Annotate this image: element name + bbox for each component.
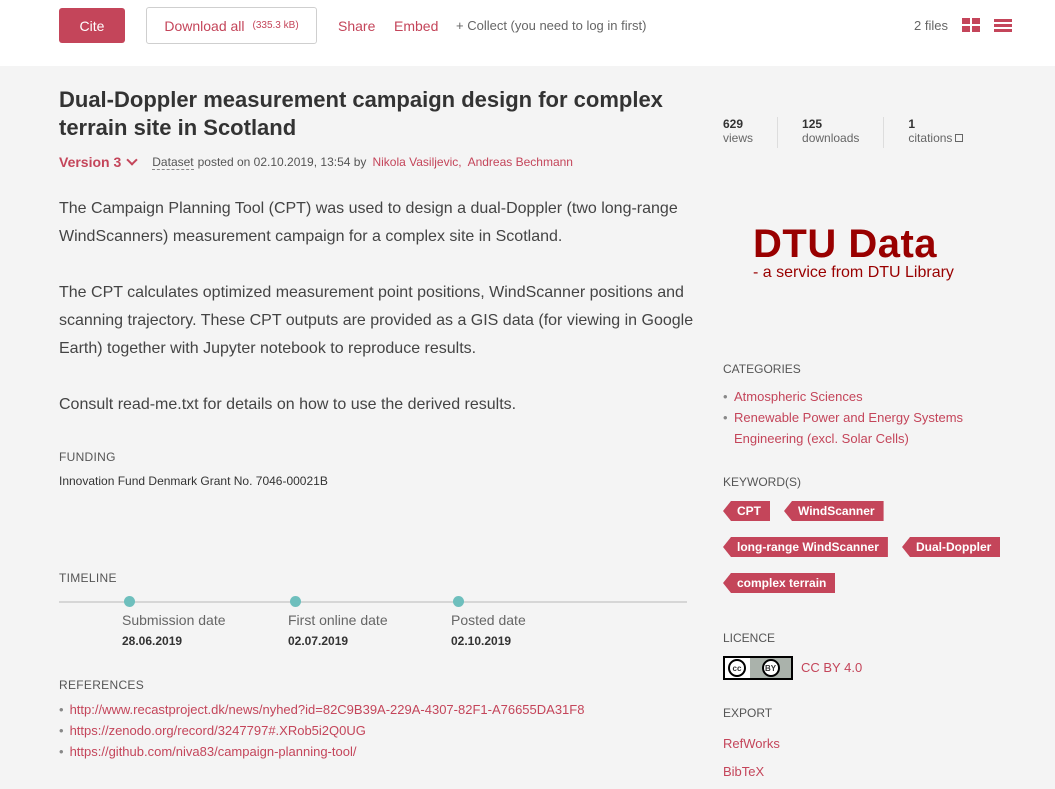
- description-paragraph: Consult read-me.txt for details on how t…: [59, 396, 517, 413]
- author-link[interactable]: Nikola Vasiljevic,: [372, 155, 461, 169]
- author-link[interactable]: Andreas Bechmann: [468, 155, 573, 169]
- timeline-event-label: Posted date: [451, 612, 526, 628]
- timeline-event-label: Submission date: [122, 612, 226, 628]
- funding-text: Innovation Fund Denmark Grant No. 7046-0…: [59, 474, 328, 488]
- downloads-stat: 125 downloads: [802, 117, 885, 148]
- timeline-dot: [453, 596, 464, 607]
- item-type[interactable]: Dataset: [152, 155, 194, 170]
- description-paragraph: The Campaign Planning Tool (CPT) was use…: [59, 200, 678, 245]
- share-link[interactable]: Share: [338, 18, 375, 34]
- reference-link[interactable]: • http://www.recastproject.dk/news/nyhed?…: [59, 702, 584, 717]
- item-stats: 629 views 125 downloads 1 citations: [723, 117, 1011, 148]
- categories-label: CATEGORIES: [723, 362, 801, 376]
- keyword-tag[interactable]: WindScanner: [784, 501, 884, 521]
- dtu-data-logo: DTU Data - a service from DTU Library: [753, 222, 954, 281]
- embed-link[interactable]: Embed: [394, 18, 438, 34]
- keyword-tag[interactable]: Dual-Doppler: [902, 537, 1001, 557]
- keyword-tag[interactable]: long-range WindScanner: [723, 537, 888, 557]
- download-all-label: Download all: [164, 17, 245, 34]
- version-dropdown[interactable]: Version 3: [59, 154, 138, 170]
- references-label: REFERENCES: [59, 678, 145, 692]
- timeline-event-date: 02.10.2019: [451, 634, 512, 648]
- keywords-label: KEYWORD(S): [723, 475, 801, 489]
- timeline-event-date: 28.06.2019: [122, 634, 183, 648]
- export-bibtex-link[interactable]: BibTeX: [723, 764, 764, 779]
- views-stat: 629 views: [723, 117, 779, 148]
- top-toolbar: Cite Download all (335.3 kB) Share Embed…: [0, 0, 1055, 66]
- files-count: 2 files: [914, 18, 948, 33]
- keyword-tag[interactable]: complex terrain: [723, 573, 836, 593]
- timeline-dot: [124, 596, 135, 607]
- timeline-label: TIMELINE: [59, 571, 117, 585]
- version-label: Version 3: [59, 154, 122, 170]
- reference-link[interactable]: • https://github.com/niva83/campaign-plan…: [59, 744, 356, 759]
- timeline-event-label: First online date: [288, 612, 388, 628]
- external-link-icon: [955, 134, 964, 142]
- cc-by-badge[interactable]: cc BY: [723, 656, 793, 680]
- list-view-icon[interactable]: [994, 19, 1012, 32]
- export-label: EXPORT: [723, 706, 773, 720]
- page-title: Dual-Doppler measurement campaign design…: [59, 87, 663, 140]
- download-all-button[interactable]: Download all (335.3 kB): [146, 7, 317, 44]
- posted-text: posted on 02.10.2019, 13:54 by: [197, 155, 367, 169]
- collect-link[interactable]: + Collect (you need to log in first): [456, 18, 646, 33]
- download-size: (335.3 kB): [252, 20, 299, 31]
- category-link[interactable]: • Atmospheric Sciences: [723, 386, 983, 407]
- creative-commons-icon: cc: [728, 659, 746, 677]
- licence-link[interactable]: CC BY 4.0: [801, 660, 862, 675]
- chevron-down-icon: [126, 154, 138, 166]
- item-meta: Version 3 Dataset posted on 02.10.2019, …: [59, 154, 573, 170]
- timeline-line: [59, 601, 687, 603]
- category-link[interactable]: • Renewable Power and Energy Systems Engi…: [723, 407, 983, 449]
- keyword-tag[interactable]: CPT: [723, 501, 770, 521]
- timeline-event-date: 02.07.2019: [288, 634, 349, 648]
- description-paragraph: The CPT calculates optimized measurement…: [59, 284, 694, 357]
- funding-label: FUNDING: [59, 450, 116, 464]
- attribution-icon: BY: [761, 659, 780, 677]
- export-refworks-link[interactable]: RefWorks: [723, 736, 780, 751]
- reference-link[interactable]: • https://zenodo.org/record/3247797#.XRob…: [59, 723, 366, 738]
- citations-stat[interactable]: 1 citations: [908, 117, 987, 148]
- cite-button[interactable]: Cite: [59, 8, 125, 43]
- licence-label: LICENCE: [723, 631, 776, 645]
- timeline-dot: [290, 596, 301, 607]
- grid-view-icon[interactable]: [962, 18, 980, 33]
